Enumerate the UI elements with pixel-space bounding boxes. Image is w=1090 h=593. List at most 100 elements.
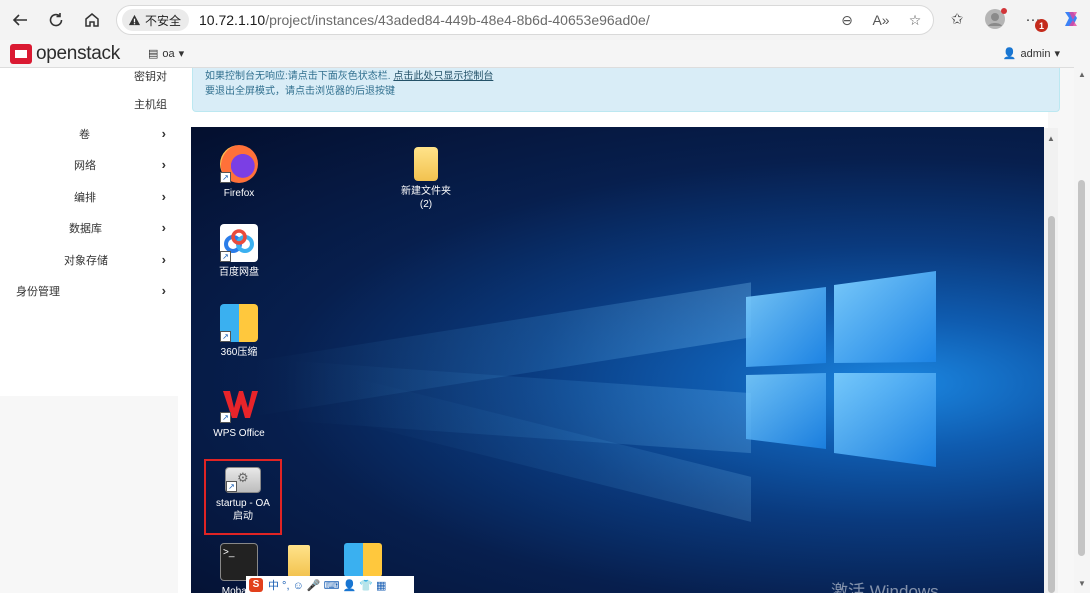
ime-status: 中 °, ☺ 🎤 ⌨ 👤 👕 ▦ <box>268 579 387 592</box>
profile-avatar[interactable] <box>982 6 1008 32</box>
user-name: admin <box>1020 47 1051 60</box>
page-scrollbar[interactable]: ▲ ▼ <box>1074 40 1090 593</box>
copilot-icon[interactable] <box>1058 6 1084 32</box>
desktop-icon-label: startup - OA 启动 <box>216 498 270 522</box>
scroll-up-arrow-icon[interactable]: ▲ <box>1047 134 1055 143</box>
info-text: 如果控制台无响应:请点击下面灰色状态栏. <box>205 71 391 82</box>
info-line-1: 如果控制台无响应:请点击下面灰色状态栏. 点击此处只显示控制台 <box>205 69 1047 84</box>
gear-settings-icon: ⚙ ↗ <box>225 467 261 493</box>
favorites-icon[interactable]: ✩ <box>944 6 970 32</box>
home-icon <box>85 13 99 27</box>
shortcut-arrow-icon: ↗ <box>220 331 231 342</box>
sidebar-subitem-keypairs[interactable]: 密钥对 <box>134 68 167 84</box>
user-menu[interactable]: 👤 admin ▾ <box>1002 47 1060 61</box>
shortcut-arrow-icon: ↗ <box>220 251 231 262</box>
scrollbar-thumb[interactable] <box>1078 180 1085 556</box>
desktop-icon-baidu-netdisk[interactable]: ↗ 百度网盘 <box>199 224 279 279</box>
folder-icon <box>414 147 438 181</box>
desktop-icon-label: WPS Office <box>213 428 265 439</box>
desktop-icon-label: Firefox <box>223 188 255 199</box>
chevron-right-icon: › <box>161 157 166 172</box>
favorite-star-icon[interactable]: ☆ <box>905 10 925 30</box>
folder-icon[interactable] <box>288 545 310 577</box>
sidebar-item-object-store[interactable]: 对象存储 › <box>0 252 178 272</box>
sidebar-item-label: 卷 <box>79 129 90 141</box>
url-path: /project/instances/43aded84-449b-48e4-8b… <box>265 12 650 28</box>
chevron-right-icon: › <box>161 189 166 204</box>
sidebar-item-label: 对象存储 <box>64 255 108 267</box>
chevron-right-icon: › <box>161 252 166 267</box>
project-icon: ▤ <box>148 48 159 60</box>
sidebar-item-identity[interactable]: 身份管理 › <box>0 283 178 303</box>
sidebar-item-volumes[interactable]: 卷 › <box>0 126 178 146</box>
caret-down-icon: ▾ <box>1054 48 1060 60</box>
address-bar[interactable]: 不安全 10.72.1.10/project/instances/43aded8… <box>116 5 934 35</box>
url-host: 10.72.1.10 <box>199 12 266 28</box>
copilot-logo-icon <box>1065 12 1077 26</box>
sidebar-item-label: 数据库 <box>69 223 102 235</box>
firefox-icon: ↗ <box>220 145 258 183</box>
sidebar-item-network[interactable]: 网络 › <box>0 157 178 177</box>
console-scrollbar[interactable]: ▲ <box>1044 128 1058 593</box>
windows-logo <box>746 271 936 467</box>
openstack-logo[interactable]: openstack <box>10 43 120 65</box>
sidebar-item-label: 编排 <box>74 192 96 204</box>
refresh-button[interactable] <box>38 2 74 38</box>
notification-badge: 1 <box>1035 19 1048 32</box>
project-name: oa <box>162 47 175 60</box>
zip-archive-icon: ↗ <box>220 304 258 342</box>
sidebar-subitem-server-groups[interactable]: 主机组 <box>134 96 167 112</box>
profile-dot <box>1001 8 1007 14</box>
desktop-icon-label: 360压缩 <box>220 347 258 358</box>
zip-archive-icon[interactable] <box>344 543 382 577</box>
scroll-up-arrow-icon[interactable]: ▲ <box>1078 70 1086 79</box>
desktop-icon-label: 新建文件夹 (2) <box>401 186 451 210</box>
openstack-header: openstack ▤ oa ▾ 👤 admin ▾ <box>0 40 1090 68</box>
refresh-icon <box>49 13 63 27</box>
desktop-icon-label: 百度网盘 <box>219 267 259 278</box>
project-selector[interactable]: ▤ oa ▾ <box>148 47 185 61</box>
zoom-icon[interactable]: ⊖ <box>837 10 857 30</box>
shortcut-arrow-icon: ↗ <box>220 172 231 183</box>
shortcut-arrow-icon: ↗ <box>220 412 231 423</box>
chevron-right-icon: › <box>161 220 166 235</box>
chevron-right-icon: › <box>161 283 166 298</box>
home-button[interactable] <box>74 2 110 38</box>
sidebar-item-database[interactable]: 数据库 › <box>0 220 178 240</box>
back-button[interactable] <box>2 2 38 38</box>
more-menu-icon[interactable]: ··· 1 <box>1020 6 1048 32</box>
browser-toolbar: 不安全 10.72.1.10/project/instances/43aded8… <box>0 0 1090 40</box>
sidebar-item-label: 网络 <box>74 160 96 172</box>
desktop-icon-wps-office[interactable]: ↗ WPS Office <box>199 385 279 440</box>
ime-toolbar[interactable]: S 中 °, ☺ 🎤 ⌨ 👤 👕 ▦ <box>246 576 414 593</box>
wps-icon: ↗ <box>220 385 258 423</box>
logo-text: openstack <box>36 43 120 64</box>
console-only-link[interactable]: 点击此处只显示控制台 <box>393 71 493 82</box>
scroll-down-arrow-icon[interactable]: ▼ <box>1078 579 1086 588</box>
security-label: 不安全 <box>145 13 182 28</box>
console-info-alert: 如果控制台无响应:请点击下面灰色状态栏. 点击此处只显示控制台 要退出全屏模式，… <box>192 68 1060 112</box>
url-text: 10.72.1.10/project/instances/43aded84-44… <box>199 12 650 28</box>
sidebar-item-orchestration[interactable]: 编排 › <box>0 189 178 209</box>
back-arrow-icon <box>12 14 27 26</box>
scrollbar-thumb[interactable] <box>1048 216 1055 593</box>
vnc-console[interactable]: ↗ Firefox 新建文件夹 (2) ↗ 百度网盘 ↗ 360压缩 ↗ WPS… <box>191 127 1044 593</box>
activate-windows-watermark: 激活 Windows <box>831 582 939 593</box>
warning-icon <box>128 14 141 25</box>
baidu-netdisk-icon: ↗ <box>220 224 258 262</box>
shortcut-arrow-icon: ↗ <box>226 481 237 492</box>
caret-down-icon: ▾ <box>178 48 185 60</box>
sidebar: 密钥对 主机组 卷 › 网络 › 编排 › 数据库 › 对象存储 › 身份管理 … <box>0 68 178 396</box>
user-icon: 👤 <box>1002 48 1017 60</box>
desktop-icon-firefox[interactable]: ↗ Firefox <box>199 145 279 200</box>
security-indicator[interactable]: 不安全 <box>122 9 190 31</box>
read-aloud-icon[interactable]: A» <box>871 10 891 30</box>
desktop-icon-360zip[interactable]: ↗ 360压缩 <box>199 304 279 359</box>
desktop-icon-new-folder[interactable]: 新建文件夹 (2) <box>386 147 466 211</box>
openstack-logo-icon <box>10 44 32 64</box>
sogou-icon: S <box>249 577 263 592</box>
sidebar-item-label: 身份管理 <box>16 286 60 298</box>
desktop-icon-startup-oa[interactable]: ⚙ ↗ startup - OA 启动 <box>203 467 283 523</box>
info-line-2: 要退出全屏模式，请点击浏览器的后退按键 <box>205 86 395 97</box>
chevron-right-icon: › <box>161 126 166 141</box>
